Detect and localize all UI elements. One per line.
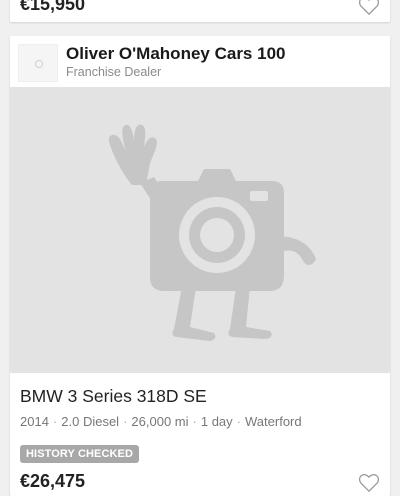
listing-card[interactable]: Oliver O'Mahoney Cars 100 Franchise Deal… xyxy=(10,36,390,496)
listing-price: €15,950 xyxy=(20,0,86,14)
listing-title[interactable]: BMW 3 Series 318D SE xyxy=(20,386,207,407)
spec-location: Waterford xyxy=(245,414,302,429)
dealer-logo xyxy=(18,44,58,82)
spec-age: 1 day xyxy=(200,414,233,429)
heart-icon[interactable] xyxy=(358,473,380,493)
dealer-name[interactable]: Oliver O'Mahoney Cars 100 xyxy=(66,44,285,64)
spec-engine: 2.0 Diesel xyxy=(61,414,120,429)
placeholder-camera-icon xyxy=(108,124,316,341)
heart-icon[interactable] xyxy=(358,0,380,16)
listing-specs: 2014 · 2.0 Diesel · 26,000 mi · 1 day · Waterfor… xyxy=(20,414,302,429)
dealer-type: Franchise Dealer xyxy=(66,65,162,79)
spec-year: 2014 xyxy=(20,414,49,429)
history-checked-badge: HISTORY CHECKED xyxy=(20,445,140,463)
spec-mileage: 26,000 mi xyxy=(131,414,189,429)
listing-photo[interactable] xyxy=(10,87,390,373)
previous-listing-card[interactable]: €15,950 xyxy=(10,0,390,22)
listing-price: €26,475 xyxy=(20,471,86,491)
dealer-header[interactable]: Oliver O'Mahoney Cars 100 Franchise Deal… xyxy=(10,36,390,88)
